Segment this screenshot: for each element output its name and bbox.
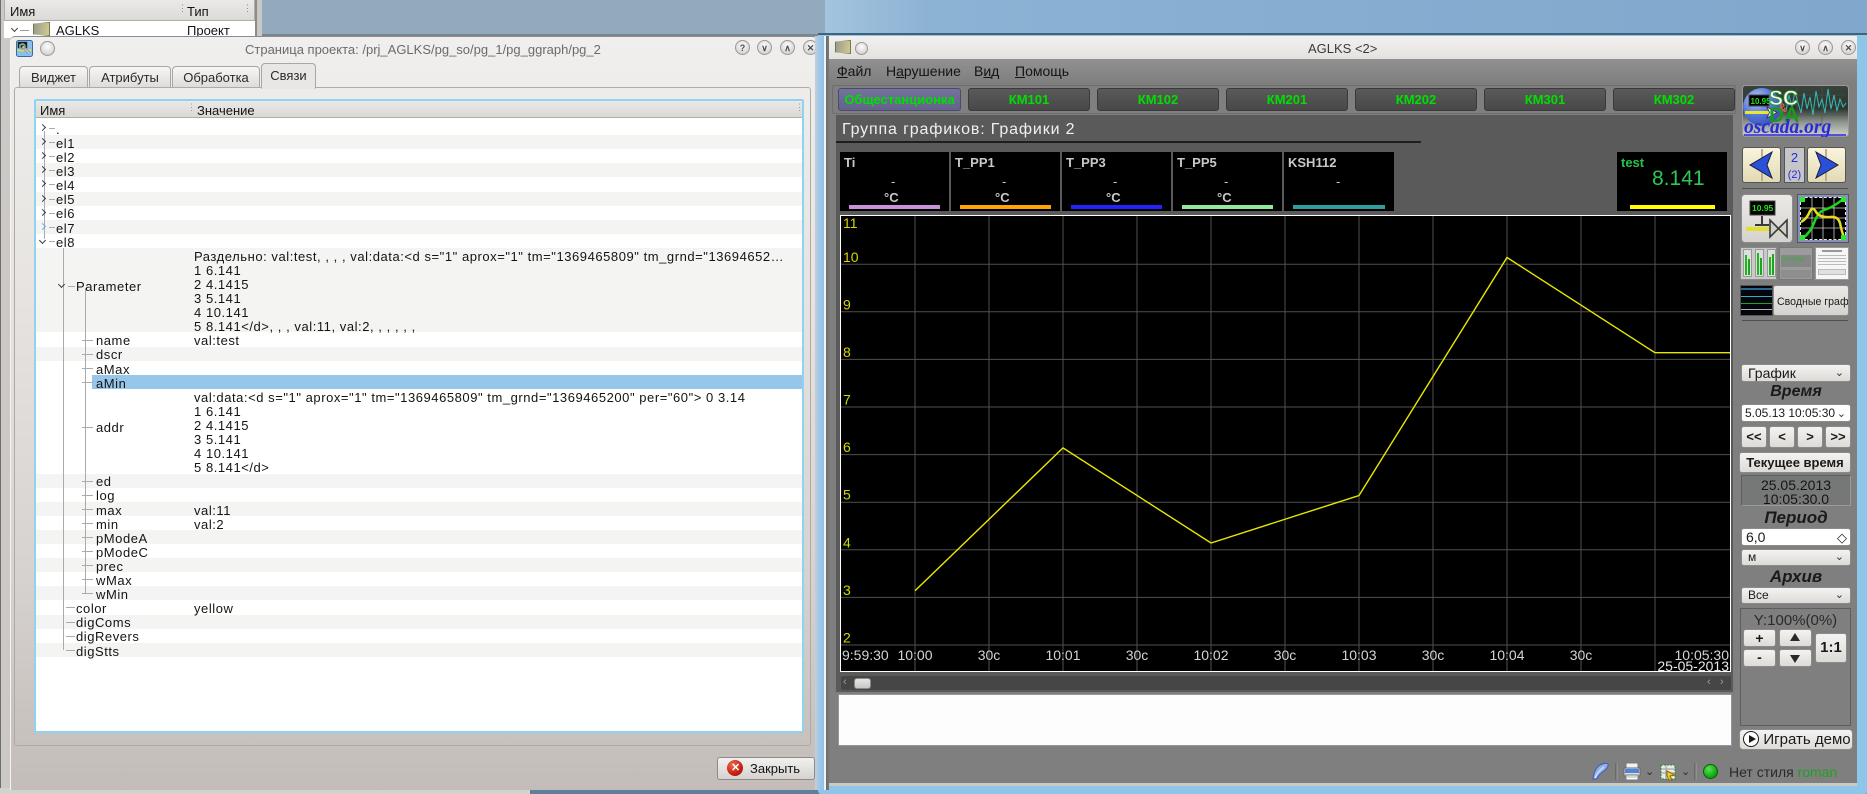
svg-text:10.95: 10.95: [1752, 203, 1774, 213]
svg-text:oscada.org: oscada.org: [1744, 117, 1831, 137]
svg-text:9: 9: [843, 297, 851, 313]
svg-text:30с: 30с: [978, 647, 1001, 663]
svg-text:10.95: 10.95: [1751, 97, 1772, 106]
svg-text:10:03: 10:03: [1341, 647, 1376, 663]
svg-text:10:01: 10:01: [1045, 647, 1080, 663]
svg-text:30с: 30с: [1274, 647, 1297, 663]
svg-text:30с: 30с: [1570, 647, 1593, 663]
svg-text:11: 11: [843, 215, 858, 231]
svg-text:9:59:30: 9:59:30: [842, 647, 889, 663]
svg-text:5: 5: [843, 487, 851, 503]
svg-text:2: 2: [843, 630, 851, 646]
svg-text:10: 10: [843, 249, 859, 265]
svg-text:10:04: 10:04: [1489, 647, 1524, 663]
svg-text:6: 6: [843, 439, 851, 455]
svg-text:8: 8: [843, 344, 851, 360]
svg-text:30с: 30с: [1126, 647, 1149, 663]
svg-text:10:02: 10:02: [1193, 647, 1228, 663]
svg-text:25-05-2013: 25-05-2013: [1657, 658, 1729, 672]
svg-text:3: 3: [843, 582, 851, 598]
svg-text:10:00: 10:00: [897, 647, 932, 663]
svg-text:30с: 30с: [1422, 647, 1445, 663]
svg-text:7: 7: [843, 392, 851, 408]
svg-text:4: 4: [843, 535, 851, 551]
